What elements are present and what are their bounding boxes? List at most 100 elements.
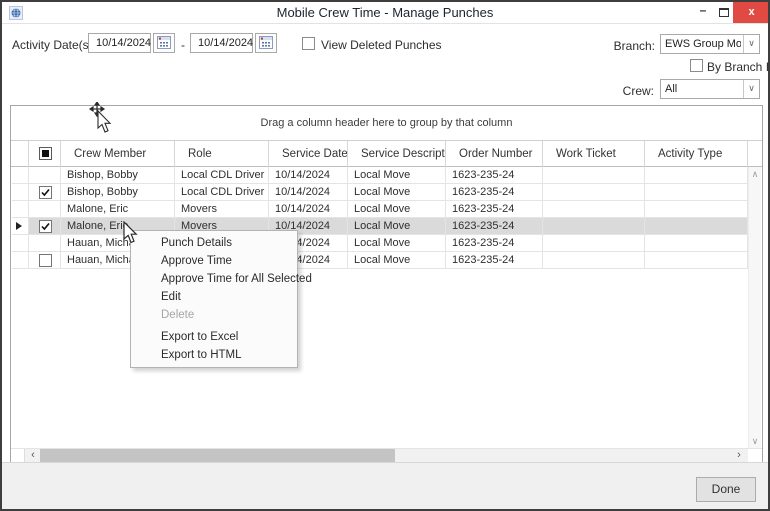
group-by-hint: Drag a column header here to group by th… bbox=[260, 117, 513, 129]
cell-order-number: 1623-235-24 bbox=[446, 167, 543, 184]
dialog-manage-punches: Mobile Crew Time - Manage Punches – x Ac… bbox=[0, 0, 770, 511]
current-row-arrow-icon bbox=[16, 222, 22, 230]
date-from-calendar-button[interactable] bbox=[153, 33, 175, 53]
row-marker-cell bbox=[12, 235, 29, 252]
header-spacer bbox=[748, 141, 750, 167]
row-marker-cell bbox=[12, 184, 29, 201]
chevron-down-icon: ∨ bbox=[743, 80, 759, 98]
grid-header-row: Crew Member Role Service Date Service Descr… bbox=[11, 140, 762, 167]
cell-service-description: Local Move bbox=[348, 218, 446, 235]
branch-label: Branch: bbox=[613, 39, 655, 53]
branch-value: EWS Group Moving & Stor bbox=[665, 38, 741, 50]
table-row[interactable]: Hauan, Micha 10/14/2024 Local Move 1623-235… bbox=[11, 235, 750, 252]
cell-activity-type bbox=[645, 201, 748, 218]
cell-work-ticket bbox=[543, 235, 645, 252]
column-header-onum[interactable]: Order Number bbox=[446, 141, 543, 167]
crew-value: All bbox=[665, 83, 678, 95]
select-all-checkbox[interactable] bbox=[39, 147, 52, 160]
cell-service-description: Local Move bbox=[348, 184, 446, 201]
checkmark-icon bbox=[41, 188, 50, 197]
cell-role: Local CDL Driver bbox=[175, 167, 269, 184]
context-menu-item-approve-time-for-all-selected[interactable]: Approve Time for All Selected bbox=[131, 270, 312, 288]
cell-order-number: 1623-235-24 bbox=[446, 184, 543, 201]
cell-order-number: 1623-235-24 bbox=[446, 218, 543, 235]
row-checkbox[interactable] bbox=[39, 220, 52, 233]
row-checkbox-cell bbox=[29, 252, 61, 269]
cell-role: Local CDL Driver bbox=[175, 184, 269, 201]
table-row[interactable]: Bishop, Bobby Local CDL Driver 10/14/2024 L… bbox=[11, 184, 750, 201]
cell-work-ticket bbox=[543, 201, 645, 218]
row-checkbox-cell bbox=[29, 184, 61, 201]
table-row[interactable]: Malone, Eric Movers 10/14/2024 Local Move 16… bbox=[11, 218, 750, 235]
grid-rows: Bishop, Bobby Local CDL Driver 10/14/2024 L… bbox=[11, 167, 762, 272]
cell-crew-member: Malone, Eric bbox=[61, 201, 175, 218]
select-all-header[interactable] bbox=[29, 141, 61, 167]
window-title: Mobile Crew Time - Manage Punches bbox=[276, 5, 494, 20]
column-header-sdesc[interactable]: Service Description bbox=[348, 141, 446, 167]
row-checkbox-cell bbox=[29, 201, 61, 218]
table-row[interactable]: Bishop, Bobby Local CDL Driver 10/14/2024 L… bbox=[11, 167, 750, 184]
row-checkbox[interactable] bbox=[39, 254, 52, 267]
branch-select[interactable]: EWS Group Moving & Stor ∨ bbox=[660, 34, 760, 54]
scroll-right-icon[interactable]: › bbox=[732, 449, 746, 462]
column-header-sdate[interactable]: Service Date bbox=[269, 141, 348, 167]
column-header-role[interactable]: Role bbox=[175, 141, 269, 167]
context-menu-item-approve-time[interactable]: Approve Time bbox=[131, 252, 297, 270]
done-button[interactable]: Done bbox=[696, 477, 756, 502]
view-deleted-checkbox[interactable] bbox=[302, 37, 315, 50]
group-by-bar[interactable]: Drag a column header here to group by th… bbox=[11, 106, 762, 140]
table-row[interactable]: Hauan, Micha 10/14/2024 Local Move 1623-235… bbox=[11, 252, 750, 269]
cell-work-ticket bbox=[543, 167, 645, 184]
cell-activity-type bbox=[645, 167, 748, 184]
date-from-input[interactable]: 10/14/2024 bbox=[88, 33, 151, 53]
scroll-left-icon[interactable]: ‹ bbox=[26, 449, 40, 462]
cell-service-date: 10/14/2024 bbox=[269, 184, 348, 201]
checkmark-icon bbox=[41, 222, 50, 231]
cell-work-ticket bbox=[543, 218, 645, 235]
view-deleted-label: View Deleted Punches bbox=[321, 38, 442, 52]
footer-bar: Done bbox=[2, 462, 768, 509]
cell-crew-member: Bishop, Bobby bbox=[61, 184, 175, 201]
column-header-crew[interactable]: Crew Member bbox=[61, 141, 175, 167]
context-menu-item-export-to-excel[interactable]: Export to Excel bbox=[131, 328, 297, 346]
scroll-up-icon[interactable]: ∧ bbox=[749, 169, 761, 180]
cell-activity-type bbox=[645, 184, 748, 201]
vertical-scrollbar[interactable]: ∧ ∨ bbox=[748, 167, 761, 449]
row-checkbox[interactable] bbox=[39, 186, 52, 199]
context-menu-item-punch-details[interactable]: Punch Details bbox=[131, 234, 297, 252]
by-branch-id-checkbox[interactable] bbox=[690, 59, 703, 72]
cell-service-date: 10/14/2024 bbox=[269, 167, 348, 184]
chevron-down-icon: ∨ bbox=[743, 35, 759, 53]
cell-activity-type bbox=[645, 218, 748, 235]
column-header-atype[interactable]: Activity Type bbox=[645, 141, 748, 167]
row-marker-cell bbox=[12, 252, 29, 269]
cell-order-number: 1623-235-24 bbox=[446, 201, 543, 218]
cell-activity-type bbox=[645, 252, 748, 269]
row-checkbox-cell bbox=[29, 218, 61, 235]
date-range-separator: - bbox=[181, 38, 185, 52]
scroll-down-icon[interactable]: ∨ bbox=[749, 436, 761, 447]
column-header-wtk[interactable]: Work Ticket bbox=[543, 141, 645, 167]
table-row[interactable]: Malone, Eric Movers 10/14/2024 Local Move 16… bbox=[11, 201, 750, 218]
cell-service-description: Local Move bbox=[348, 252, 446, 269]
indeterminate-mark-icon bbox=[42, 150, 49, 157]
scrollbar-corner-right bbox=[748, 449, 762, 462]
punches-grid: Drag a column header here to group by th… bbox=[10, 105, 763, 463]
cell-service-description: Local Move bbox=[348, 201, 446, 218]
maximize-button[interactable] bbox=[714, 2, 734, 23]
scrollbar-corner bbox=[11, 449, 25, 462]
cell-service-description: Local Move bbox=[348, 235, 446, 252]
context-menu-item-edit[interactable]: Edit bbox=[131, 288, 297, 306]
horizontal-scroll-thumb[interactable] bbox=[40, 449, 395, 462]
close-button[interactable]: x bbox=[733, 2, 768, 23]
context-menu-item-export-to-html[interactable]: Export to HTML bbox=[131, 346, 297, 364]
date-to-calendar-button[interactable] bbox=[255, 33, 277, 53]
crew-select[interactable]: All ∨ bbox=[660, 79, 760, 99]
date-to-input[interactable]: 10/14/2024 bbox=[190, 33, 253, 53]
maximize-icon bbox=[719, 8, 729, 17]
horizontal-scrollbar[interactable]: ‹ › bbox=[11, 448, 762, 462]
minimize-button[interactable]: – bbox=[694, 2, 712, 23]
cell-work-ticket bbox=[543, 184, 645, 201]
cell-crew-member: Bishop, Bobby bbox=[61, 167, 175, 184]
activity-dates-label: Activity Date(s): bbox=[12, 38, 97, 52]
